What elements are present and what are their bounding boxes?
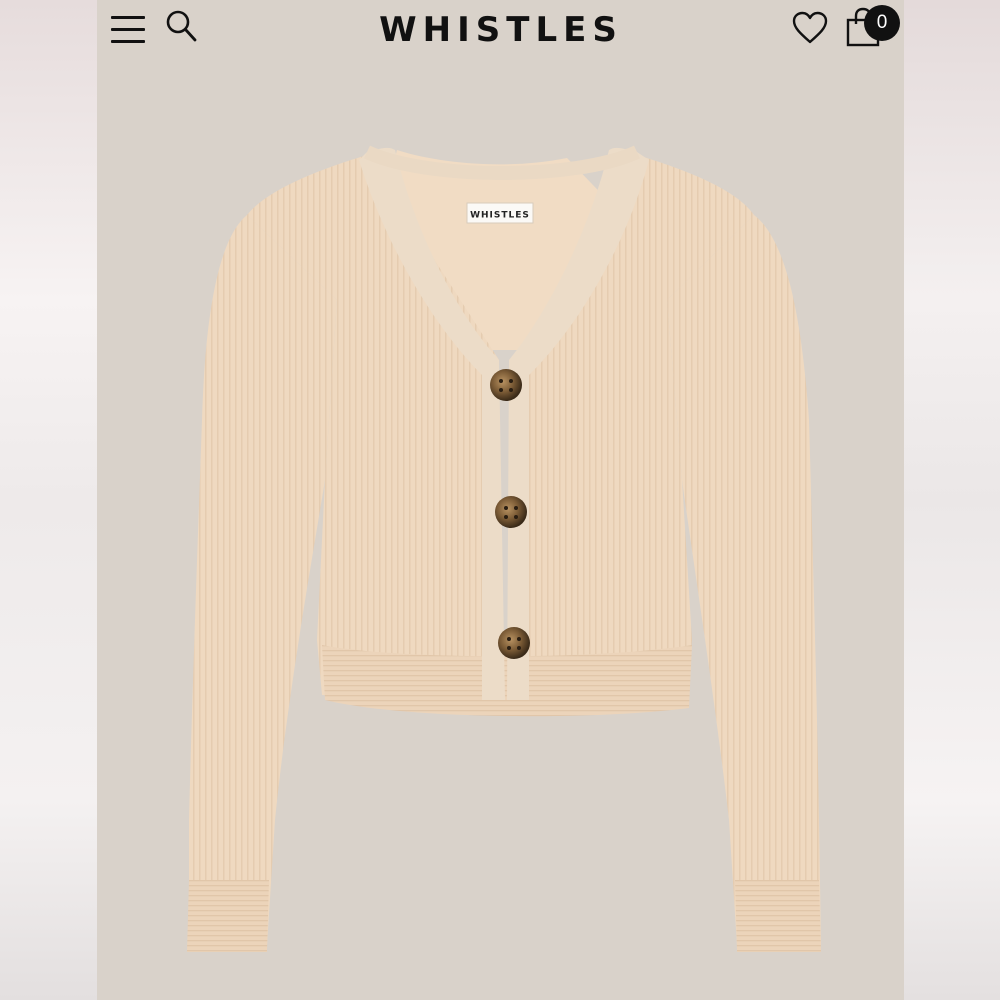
search-icon[interactable] [165, 8, 199, 44]
right-blur-border [904, 0, 1000, 1000]
header-bar: WHISTLES 0 [97, 0, 904, 60]
cardigan-button [490, 369, 522, 401]
garment-label-text: WHISTLES [470, 211, 530, 221]
left-sleeve [189, 215, 337, 945]
cardigan-illustration: WHISTLES [187, 145, 821, 952]
right-cuff [735, 880, 821, 952]
menu-icon[interactable] [111, 12, 145, 46]
bag-count-badge[interactable]: 0 [864, 5, 900, 41]
right-sleeve [667, 215, 821, 945]
brand-logo[interactable]: WHISTLES [361, 8, 641, 52]
heart-icon[interactable] [791, 10, 829, 46]
product-image: WHISTLES [97, 60, 904, 1000]
cardigan-button [495, 496, 527, 528]
cardigan-button [498, 627, 530, 659]
left-blur-border [0, 0, 97, 1000]
left-cuff [187, 880, 269, 952]
